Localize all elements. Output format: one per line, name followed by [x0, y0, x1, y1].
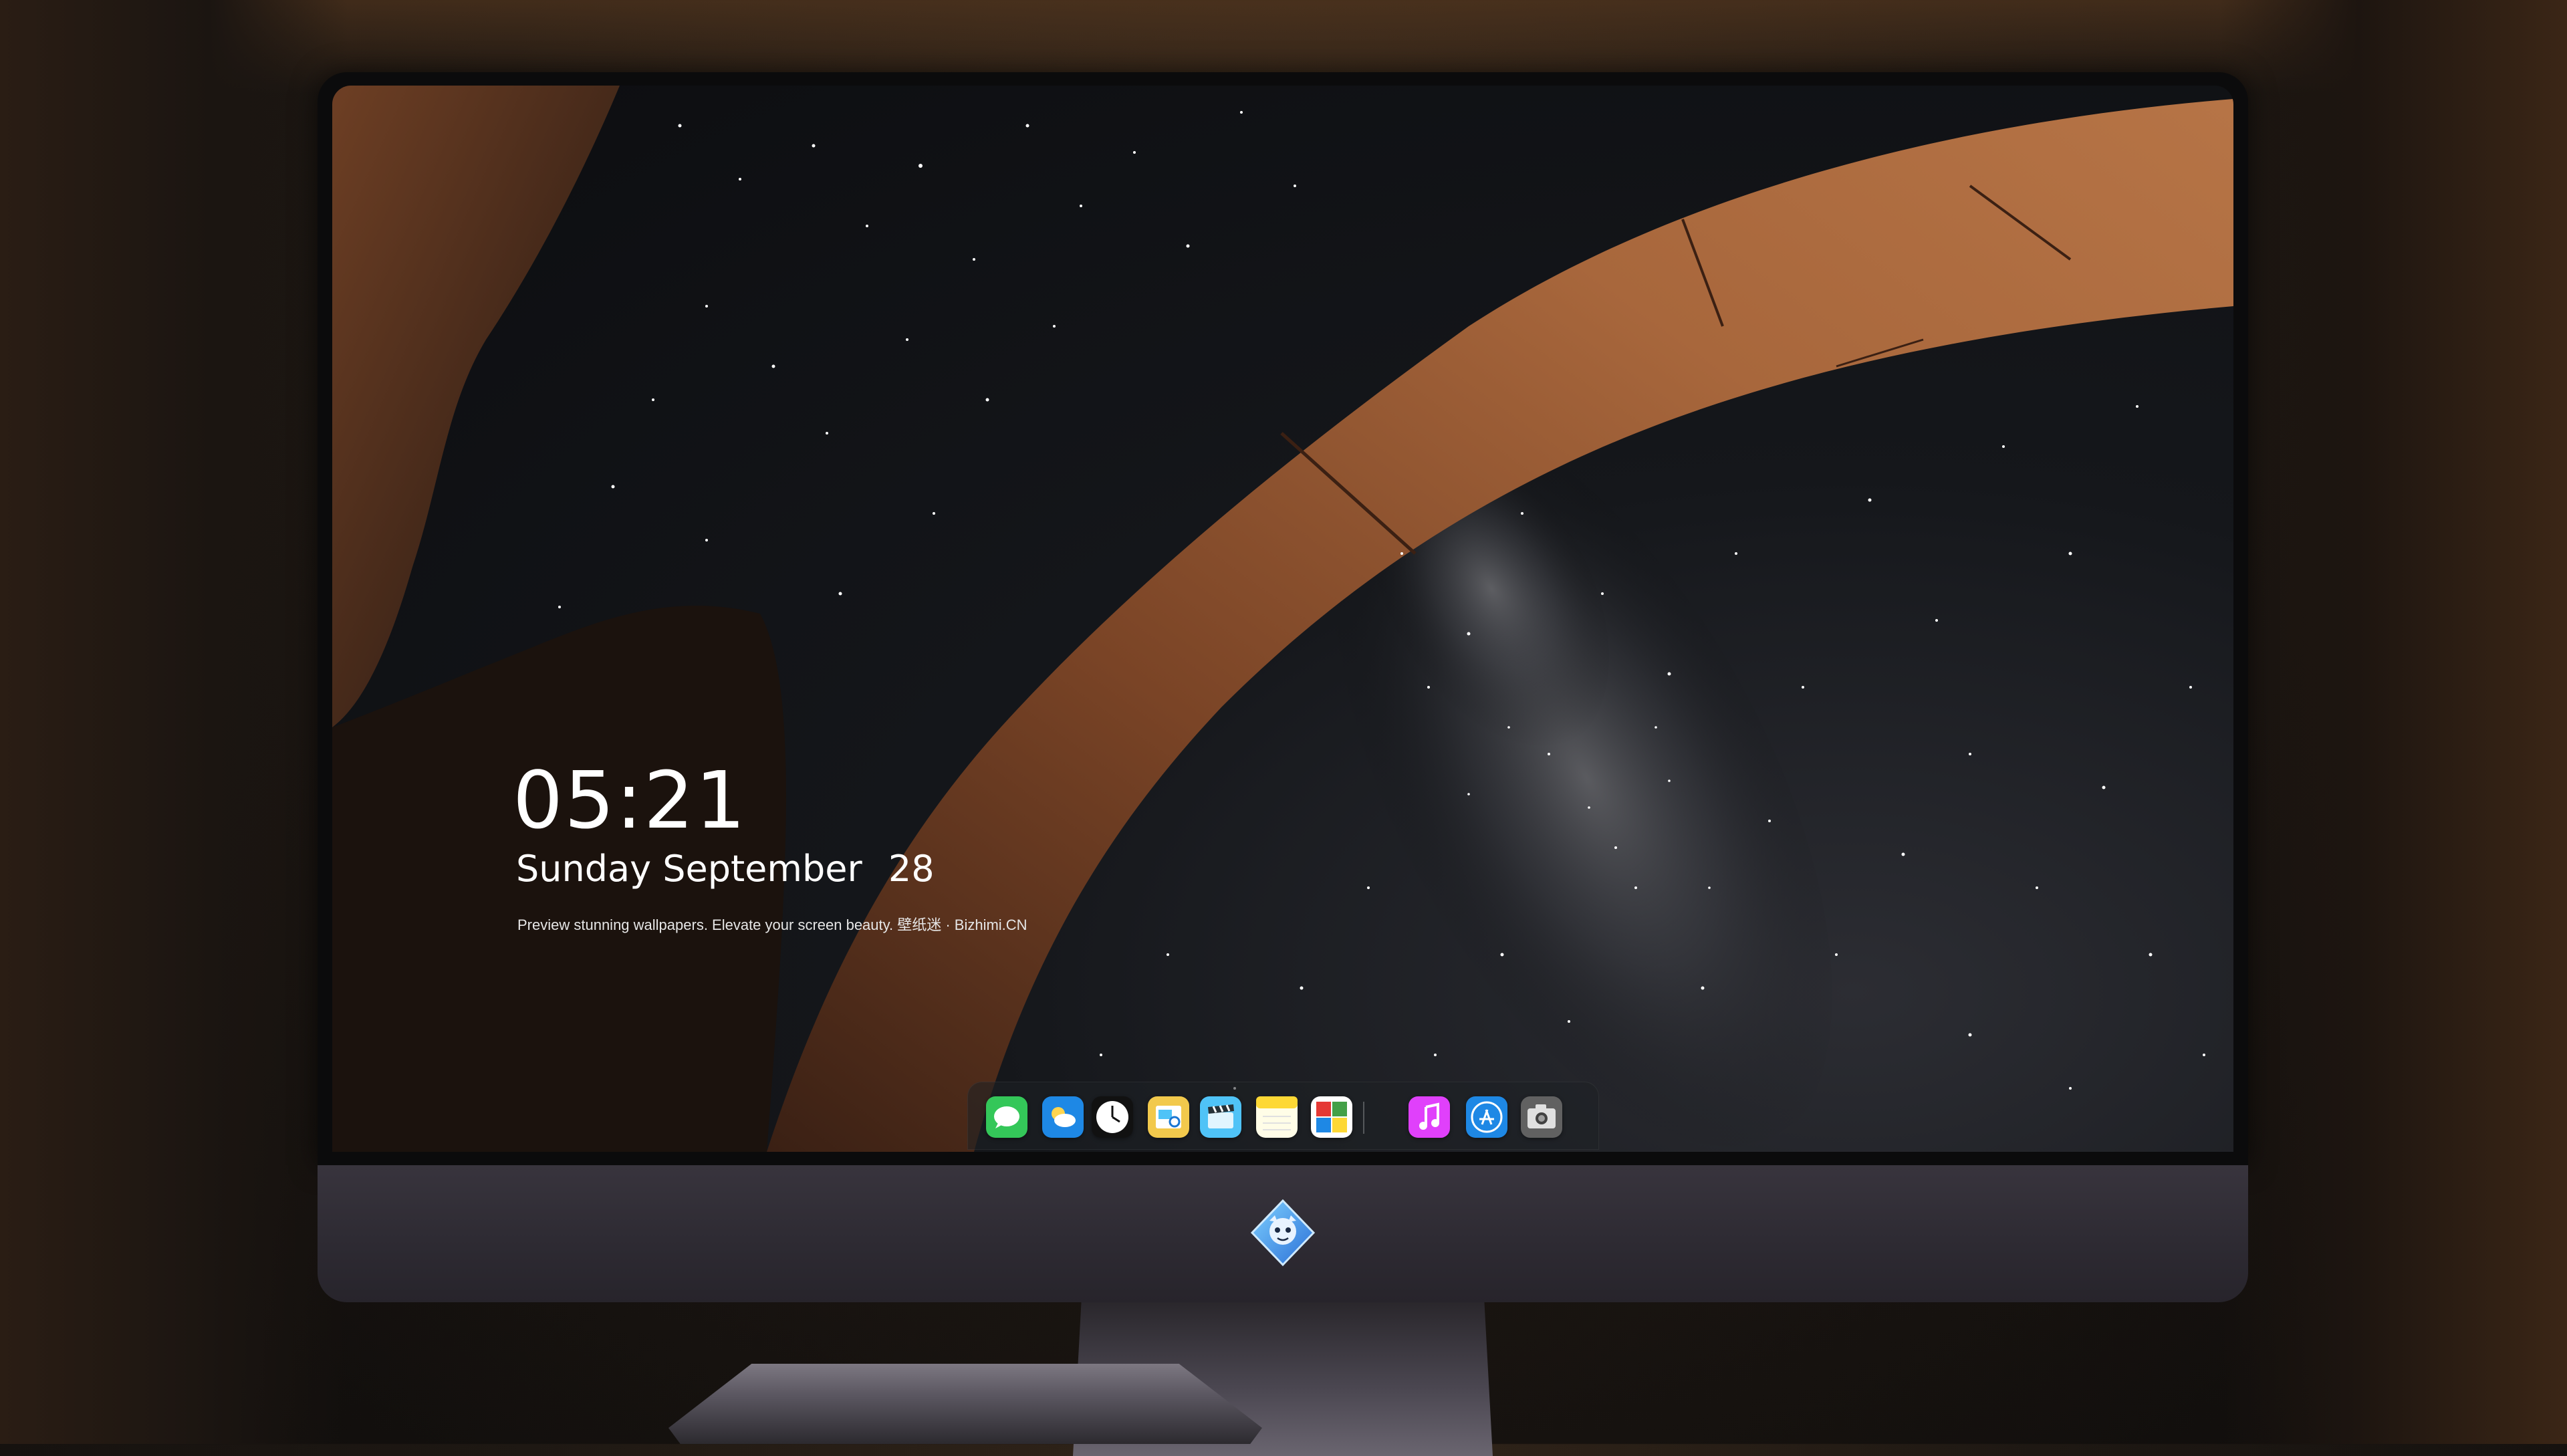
- monitor-bezel: 05:21 Sunday September 28 Preview stunni…: [318, 72, 2248, 1165]
- dock-separator: [1363, 1102, 1364, 1134]
- dock: [967, 1082, 1599, 1150]
- notes-icon[interactable]: [1256, 1096, 1298, 1138]
- lock-screen-day: 28: [888, 848, 935, 890]
- lock-screen-weekday: Sunday: [516, 848, 652, 890]
- screen[interactable]: 05:21 Sunday September 28 Preview stunni…: [332, 86, 2233, 1152]
- app-store-icon[interactable]: [1466, 1096, 1507, 1138]
- monitor-stand-base: [668, 1364, 1262, 1444]
- background-blur-right: [2219, 0, 2567, 1444]
- lock-screen-date: Sunday September 28: [516, 848, 935, 890]
- clock-icon[interactable]: [1092, 1096, 1133, 1138]
- camera-icon[interactable]: [1521, 1096, 1562, 1138]
- messages-icon[interactable]: [986, 1096, 1027, 1138]
- clips-icon[interactable]: [1200, 1096, 1241, 1138]
- brand-logo: [1250, 1199, 1316, 1267]
- lock-screen-time: 05:21: [513, 754, 747, 846]
- weather-icon[interactable]: [1042, 1096, 1084, 1138]
- wallpaper: [332, 86, 2233, 1152]
- preview-icon[interactable]: [1148, 1096, 1189, 1138]
- monitor: 05:21 Sunday September 28 Preview stunni…: [318, 72, 2248, 1456]
- photo-booth-icon[interactable]: [1311, 1096, 1352, 1138]
- lock-screen-month: September: [662, 848, 862, 890]
- background-blur-left: [0, 0, 348, 1444]
- wallpaper-caption: Preview stunning wallpapers. Elevate you…: [517, 917, 1027, 933]
- music-icon[interactable]: [1409, 1096, 1450, 1138]
